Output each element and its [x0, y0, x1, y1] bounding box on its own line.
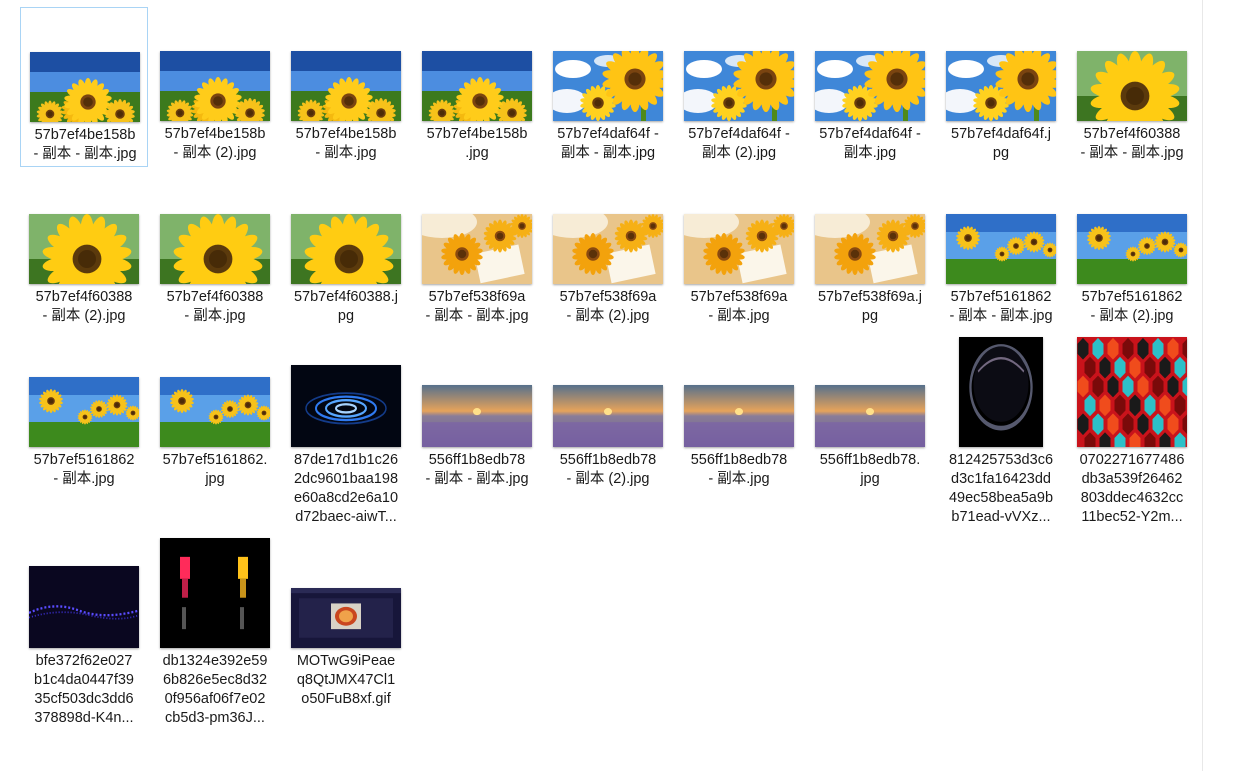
file-item[interactable]: 556ff1b8edb78. jpg [807, 334, 935, 494]
file-name: 57b7ef4f60388- 副本 (2).jpg [35, 289, 133, 324]
file-thumbnail [684, 51, 794, 121]
file-item[interactable]: MOTwG9iPeae q8QtJMX47Cl1 o50FuB8xf.gif [283, 535, 411, 725]
file-name: db1324e392e59 6b826e5ec8d32 0f956af06f7e02… [162, 653, 268, 726]
file-thumbnail [160, 214, 270, 284]
file-thumbnail [30, 52, 140, 122]
file-name: 556ff1b8edb78- 副本 - 副本.jpg [425, 452, 529, 487]
file-thumbnail [1077, 51, 1187, 121]
file-item[interactable]: 57b7ef4f60388.j pg [283, 171, 411, 331]
file-item[interactable]: 57b7ef4daf64f - 副本 (2).jpg [676, 8, 804, 168]
file-name: 57b7ef4be158b .jpg [426, 126, 528, 161]
file-name: 57b7ef538f69a - 副本 (2).jpg [559, 289, 657, 324]
file-thumbnail [291, 588, 401, 648]
file-name: 57b7ef4daf64f - 副本 - 副本.jpg [557, 126, 659, 161]
file-item[interactable]: 57b7ef4be158b - 副本 (2).jpg [152, 8, 280, 168]
file-item[interactable]: 556ff1b8edb78- 副本 (2).jpg [545, 334, 673, 494]
scrollbar-track[interactable] [1202, 0, 1203, 771]
file-item[interactable]: 0702271677486 db3a539f26462 803ddec4632cc 1… [1069, 334, 1197, 525]
file-item[interactable]: 57b7ef4be158b - 副本 - 副本.jpg [20, 7, 148, 167]
file-item[interactable]: 57b7ef5161862. jpg [152, 334, 280, 494]
file-name: 57b7ef4f60388- 副本.jpg [166, 289, 264, 324]
file-name: 57b7ef538f69a - 副本 - 副本.jpg [425, 289, 529, 324]
file-name: 57b7ef5161862- 副本.jpg [33, 452, 135, 487]
file-name: 556ff1b8edb78- 副本.jpg [690, 452, 788, 487]
file-name: 0702271677486 db3a539f26462 803ddec4632cc 1… [1079, 452, 1185, 525]
file-item[interactable]: 57b7ef4daf64f - 副本 - 副本.jpg [545, 8, 673, 168]
file-thumbnail [160, 377, 270, 447]
file-item[interactable]: bfe372f62e027 b1c4da0447f39 35cf503dc3dd6 3… [21, 535, 149, 726]
file-item[interactable]: 57b7ef4be158b - 副本.jpg [283, 8, 411, 168]
file-thumbnail [160, 51, 270, 121]
file-thumbnail [29, 214, 139, 284]
file-thumbnail [553, 214, 663, 284]
file-name: 57b7ef5161862- 副本 (2).jpg [1081, 289, 1183, 324]
file-item[interactable]: 87de17d1b1c26 2dc9601baa198 e60a8cd2e6a10 d… [283, 334, 411, 525]
file-item[interactable]: 57b7ef538f69a.j pg [807, 171, 935, 331]
file-name: 57b7ef4be158b - 副本.jpg [295, 126, 397, 161]
file-item[interactable]: 57b7ef4be158b .jpg [414, 8, 542, 168]
file-name: 556ff1b8edb78. jpg [819, 452, 921, 487]
file-thumbnail [815, 214, 925, 284]
file-name: 57b7ef4daf64f - 副本.jpg [819, 126, 921, 161]
file-thumbnail [946, 214, 1056, 284]
file-item[interactable]: 57b7ef4daf64f - 副本.jpg [807, 8, 935, 168]
file-thumbnail [291, 214, 401, 284]
file-name: 556ff1b8edb78- 副本 (2).jpg [559, 452, 657, 487]
file-item[interactable]: 57b7ef538f69a - 副本 - 副本.jpg [414, 171, 542, 331]
file-name: 87de17d1b1c26 2dc9601baa198 e60a8cd2e6a10 d… [293, 452, 399, 525]
file-thumbnail [684, 214, 794, 284]
file-name: 57b7ef4f60388.j pg [293, 289, 398, 324]
file-item[interactable]: 812425753d3c6 d3c1fa16423dd 49ec58bea5a9b b… [938, 334, 1066, 525]
file-name: MOTwG9iPeae q8QtJMX47Cl1 o50FuB8xf.gif [296, 653, 396, 707]
file-thumbnail [422, 214, 532, 284]
file-item[interactable]: 556ff1b8edb78- 副本 - 副本.jpg [414, 334, 542, 494]
file-item[interactable]: 57b7ef538f69a - 副本 (2).jpg [545, 171, 673, 331]
file-thumbnail [291, 51, 401, 121]
file-item[interactable]: 57b7ef4f60388- 副本 - 副本.jpg [1069, 8, 1197, 168]
file-name: 812425753d3c6 d3c1fa16423dd 49ec58bea5a9b b… [948, 452, 1054, 525]
file-item[interactable]: 57b7ef4f60388- 副本.jpg [152, 171, 280, 331]
file-thumbnail [29, 566, 139, 648]
file-item[interactable]: 57b7ef538f69a - 副本.jpg [676, 171, 804, 331]
file-name: 57b7ef5161862. jpg [162, 452, 268, 487]
file-thumbnail [291, 365, 401, 447]
file-name: 57b7ef538f69a.j pg [817, 289, 922, 324]
file-name: 57b7ef4f60388- 副本 - 副本.jpg [1080, 126, 1184, 161]
file-thumbnail [422, 385, 532, 447]
file-item[interactable]: 57b7ef5161862- 副本 - 副本.jpg [938, 171, 1066, 331]
file-name: bfe372f62e027 b1c4da0447f39 35cf503dc3dd6 3… [34, 653, 134, 726]
file-name: 57b7ef4daf64f.j pg [951, 126, 1051, 161]
file-thumbnail [684, 385, 794, 447]
file-thumbnail [815, 51, 925, 121]
file-thumbnail [160, 538, 270, 648]
file-thumbnail [946, 51, 1056, 121]
file-thumbnail [1077, 337, 1187, 447]
file-item[interactable]: 57b7ef4f60388- 副本 (2).jpg [21, 171, 149, 331]
file-thumbnail [1077, 214, 1187, 284]
file-thumbnail [815, 385, 925, 447]
file-name: 57b7ef5161862- 副本 - 副本.jpg [949, 289, 1053, 324]
file-thumbnail [553, 385, 663, 447]
file-item[interactable]: db1324e392e59 6b826e5ec8d32 0f956af06f7e02… [152, 535, 280, 726]
file-grid: 57b7ef4be158b - 副本 - 副本.jpg 57b7ef4be158b… [0, 0, 1242, 771]
file-name: 57b7ef4daf64f - 副本 (2).jpg [688, 126, 790, 161]
file-item[interactable]: 556ff1b8edb78- 副本.jpg [676, 334, 804, 494]
file-thumbnail [553, 51, 663, 121]
file-name: 57b7ef4be158b - 副本 (2).jpg [164, 126, 266, 161]
file-item[interactable]: 57b7ef4daf64f.j pg [938, 8, 1066, 168]
file-item[interactable]: 57b7ef5161862- 副本.jpg [21, 334, 149, 494]
file-thumbnail [422, 51, 532, 121]
file-item[interactable]: 57b7ef5161862- 副本 (2).jpg [1069, 171, 1197, 331]
file-name: 57b7ef538f69a - 副本.jpg [690, 289, 788, 324]
file-thumbnail [959, 337, 1043, 447]
file-thumbnail [29, 377, 139, 447]
file-name: 57b7ef4be158b - 副本 - 副本.jpg [33, 127, 137, 162]
